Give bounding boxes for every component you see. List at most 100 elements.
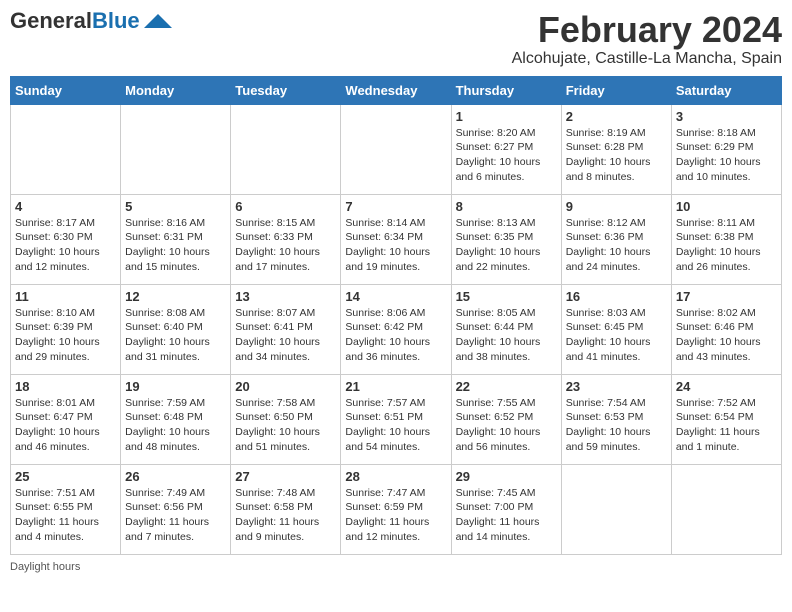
day-info: Sunrise: 7:58 AM Sunset: 6:50 PM Dayligh… <box>235 396 336 455</box>
calendar-cell: 6 Sunrise: 8:15 AM Sunset: 6:33 PM Daylig… <box>231 194 341 284</box>
calendar-cell: 12 Sunrise: 8:08 AM Sunset: 6:40 PM Dayli… <box>121 284 231 374</box>
day-info: Sunrise: 8:15 AM Sunset: 6:33 PM Dayligh… <box>235 216 336 275</box>
day-number: 9 <box>566 199 667 214</box>
logo-arrow-icon <box>144 14 172 28</box>
day-number: 26 <box>125 469 226 484</box>
calendar-cell: 4Sunrise: 8:17 AM Sunset: 6:30 PM Daylig… <box>11 194 121 284</box>
day-number: 13 <box>235 289 336 304</box>
calendar-cell <box>11 104 121 194</box>
day-number: 20 <box>235 379 336 394</box>
footer-note: Daylight hours <box>10 561 782 573</box>
day-info: Sunrise: 8:13 AM Sunset: 6:35 PM Dayligh… <box>456 216 557 275</box>
calendar-week-row: 1 Sunrise: 8:20 AM Sunset: 6:27 PM Daylig… <box>11 104 782 194</box>
calendar-cell: 7 Sunrise: 8:14 AM Sunset: 6:34 PM Daylig… <box>341 194 451 284</box>
day-info: Sunrise: 7:47 AM Sunset: 6:59 PM Dayligh… <box>345 486 446 545</box>
day-info: Sunrise: 8:20 AM Sunset: 6:27 PM Dayligh… <box>456 126 557 185</box>
day-info: Sunrise: 8:05 AM Sunset: 6:44 PM Dayligh… <box>456 306 557 365</box>
calendar-header-wednesday: Wednesday <box>341 76 451 104</box>
day-number: 19 <box>125 379 226 394</box>
day-info: Sunrise: 7:54 AM Sunset: 6:53 PM Dayligh… <box>566 396 667 455</box>
day-number: 11 <box>15 289 116 304</box>
calendar-cell <box>341 104 451 194</box>
calendar-cell: 5 Sunrise: 8:16 AM Sunset: 6:31 PM Daylig… <box>121 194 231 284</box>
logo-blue: Blue <box>92 8 140 33</box>
calendar-cell: 10 Sunrise: 8:11 AM Sunset: 6:38 PM Dayli… <box>671 194 781 284</box>
calendar-cell: 23 Sunrise: 7:54 AM Sunset: 6:53 PM Dayli… <box>561 374 671 464</box>
day-number: 18 <box>15 379 116 394</box>
calendar-cell: 14Sunrise: 8:06 AM Sunset: 6:42 PM Dayli… <box>341 284 451 374</box>
day-info: Sunrise: 8:19 AM Sunset: 6:28 PM Dayligh… <box>566 126 667 185</box>
day-number: 6 <box>235 199 336 214</box>
page-header: GeneralBlue February 2024 Alcohujate, Ca… <box>10 10 782 68</box>
calendar-cell: 15 Sunrise: 8:05 AM Sunset: 6:44 PM Dayli… <box>451 284 561 374</box>
day-info: Sunrise: 8:12 AM Sunset: 6:36 PM Dayligh… <box>566 216 667 275</box>
calendar-week-row: 25Sunrise: 7:51 AM Sunset: 6:55 PM Dayli… <box>11 464 782 554</box>
calendar-cell <box>561 464 671 554</box>
day-number: 12 <box>125 289 226 304</box>
day-number: 24 <box>676 379 777 394</box>
day-info: Sunrise: 7:55 AM Sunset: 6:52 PM Dayligh… <box>456 396 557 455</box>
day-info: Sunrise: 7:59 AM Sunset: 6:48 PM Dayligh… <box>125 396 226 455</box>
day-number: 8 <box>456 199 557 214</box>
calendar-cell: 18Sunrise: 8:01 AM Sunset: 6:47 PM Dayli… <box>11 374 121 464</box>
day-number: 22 <box>456 379 557 394</box>
calendar-header-friday: Friday <box>561 76 671 104</box>
title-section: February 2024 Alcohujate, Castille-La Ma… <box>512 10 782 68</box>
day-number: 21 <box>345 379 446 394</box>
day-info: Sunrise: 8:18 AM Sunset: 6:29 PM Dayligh… <box>676 126 777 185</box>
calendar-cell: 26 Sunrise: 7:49 AM Sunset: 6:56 PM Dayli… <box>121 464 231 554</box>
day-number: 23 <box>566 379 667 394</box>
calendar-cell: 13 Sunrise: 8:07 AM Sunset: 6:41 PM Dayli… <box>231 284 341 374</box>
day-info: Sunrise: 8:16 AM Sunset: 6:31 PM Dayligh… <box>125 216 226 275</box>
day-number: 17 <box>676 289 777 304</box>
day-number: 16 <box>566 289 667 304</box>
calendar-cell: 20 Sunrise: 7:58 AM Sunset: 6:50 PM Dayli… <box>231 374 341 464</box>
day-number: 7 <box>345 199 446 214</box>
calendar-week-row: 4Sunrise: 8:17 AM Sunset: 6:30 PM Daylig… <box>11 194 782 284</box>
logo: GeneralBlue <box>10 10 172 32</box>
calendar-cell: 8 Sunrise: 8:13 AM Sunset: 6:35 PM Daylig… <box>451 194 561 284</box>
day-number: 2 <box>566 109 667 124</box>
calendar-header-tuesday: Tuesday <box>231 76 341 104</box>
calendar-cell: 27 Sunrise: 7:48 AM Sunset: 6:58 PM Dayli… <box>231 464 341 554</box>
calendar-cell <box>121 104 231 194</box>
calendar-cell: 29 Sunrise: 7:45 AM Sunset: 7:00 PM Dayli… <box>451 464 561 554</box>
day-info: Sunrise: 8:14 AM Sunset: 6:34 PM Dayligh… <box>345 216 446 275</box>
day-info: Sunrise: 8:07 AM Sunset: 6:41 PM Dayligh… <box>235 306 336 365</box>
calendar-header-sunday: Sunday <box>11 76 121 104</box>
calendar-cell: 22 Sunrise: 7:55 AM Sunset: 6:52 PM Dayli… <box>451 374 561 464</box>
daylight-label: Daylight hours <box>10 561 80 573</box>
day-info: Sunrise: 7:48 AM Sunset: 6:58 PM Dayligh… <box>235 486 336 545</box>
day-number: 15 <box>456 289 557 304</box>
day-info: Sunrise: 8:10 AM Sunset: 6:39 PM Dayligh… <box>15 306 116 365</box>
day-number: 27 <box>235 469 336 484</box>
calendar-week-row: 11 Sunrise: 8:10 AM Sunset: 6:39 PM Dayli… <box>11 284 782 374</box>
day-info: Sunrise: 7:49 AM Sunset: 6:56 PM Dayligh… <box>125 486 226 545</box>
day-info: Sunrise: 8:08 AM Sunset: 6:40 PM Dayligh… <box>125 306 226 365</box>
day-info: Sunrise: 7:45 AM Sunset: 7:00 PM Dayligh… <box>456 486 557 545</box>
month-year-title: February 2024 <box>512 10 782 50</box>
day-number: 29 <box>456 469 557 484</box>
day-number: 1 <box>456 109 557 124</box>
calendar-cell: 3 Sunrise: 8:18 AM Sunset: 6:29 PM Daylig… <box>671 104 781 194</box>
location-subtitle: Alcohujate, Castille-La Mancha, Spain <box>512 50 782 68</box>
calendar-cell: 24Sunrise: 7:52 AM Sunset: 6:54 PM Dayli… <box>671 374 781 464</box>
calendar-header-row: SundayMondayTuesdayWednesdayThursdayFrid… <box>11 76 782 104</box>
calendar-table: SundayMondayTuesdayWednesdayThursdayFrid… <box>10 76 782 555</box>
calendar-cell: 2 Sunrise: 8:19 AM Sunset: 6:28 PM Daylig… <box>561 104 671 194</box>
calendar-cell <box>231 104 341 194</box>
day-number: 14 <box>345 289 446 304</box>
day-info: Sunrise: 8:11 AM Sunset: 6:38 PM Dayligh… <box>676 216 777 275</box>
calendar-header-saturday: Saturday <box>671 76 781 104</box>
day-info: Sunrise: 7:57 AM Sunset: 6:51 PM Dayligh… <box>345 396 446 455</box>
calendar-cell: 21 Sunrise: 7:57 AM Sunset: 6:51 PM Dayli… <box>341 374 451 464</box>
day-number: 3 <box>676 109 777 124</box>
calendar-cell: 19 Sunrise: 7:59 AM Sunset: 6:48 PM Dayli… <box>121 374 231 464</box>
calendar-cell: 16Sunrise: 8:03 AM Sunset: 6:45 PM Dayli… <box>561 284 671 374</box>
logo-general: General <box>10 8 92 33</box>
day-number: 5 <box>125 199 226 214</box>
calendar-week-row: 18Sunrise: 8:01 AM Sunset: 6:47 PM Dayli… <box>11 374 782 464</box>
day-number: 28 <box>345 469 446 484</box>
calendar-cell: 28 Sunrise: 7:47 AM Sunset: 6:59 PM Dayli… <box>341 464 451 554</box>
day-number: 10 <box>676 199 777 214</box>
